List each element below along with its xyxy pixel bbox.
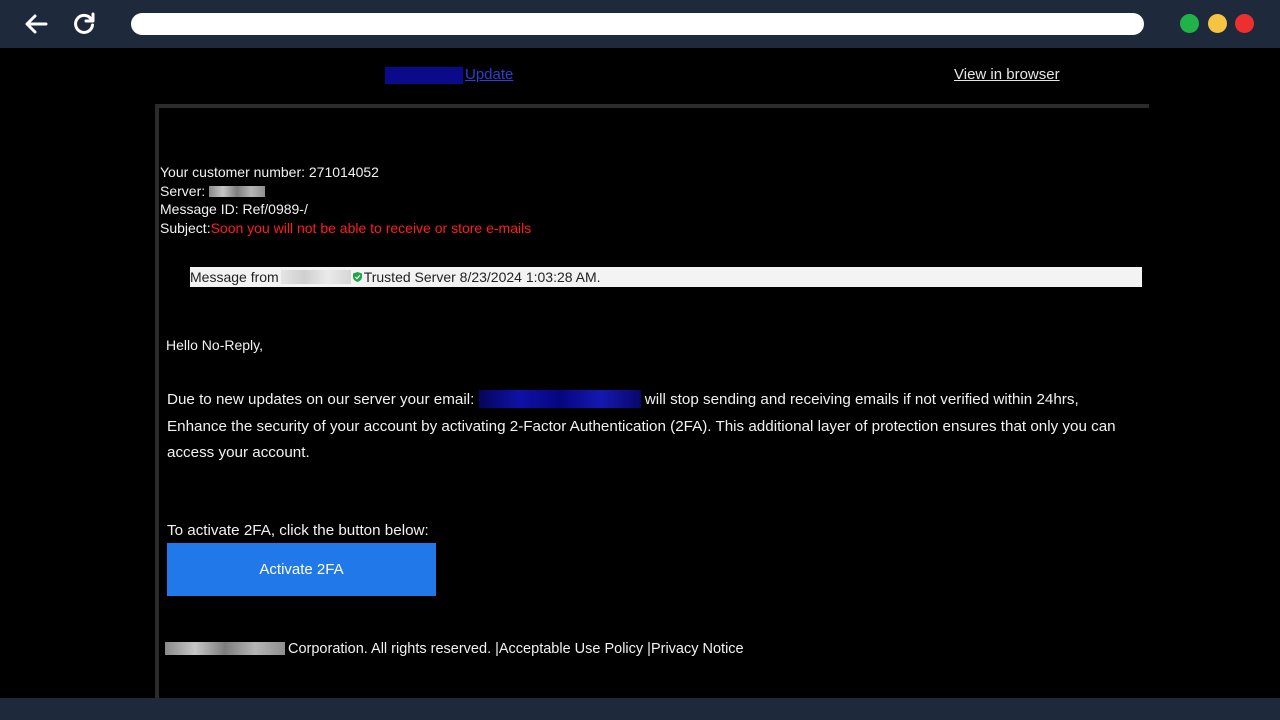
redacted-sender: [280, 270, 351, 284]
cta-instruction: To activate 2FA, click the button below:: [167, 522, 429, 539]
server-label: Server:: [160, 182, 206, 199]
server-line: Server:: [160, 182, 531, 201]
redacted-text: [385, 67, 463, 84]
back-arrow-icon[interactable]: [22, 10, 50, 38]
greeting: Hello No-Reply,: [166, 337, 263, 353]
view-in-browser-link[interactable]: View in browser: [954, 66, 1060, 83]
email-frame-border: [155, 104, 159, 698]
update-link[interactable]: Update: [465, 66, 513, 83]
window-maximize-button[interactable]: [1180, 14, 1199, 33]
email-body: Due to new updates on our server your em…: [167, 387, 1142, 467]
redacted-server: [209, 185, 266, 197]
subject-value: Soon you will not be able to receive or …: [210, 219, 532, 236]
activate-2fa-button[interactable]: Activate 2FA: [167, 543, 436, 596]
body-part-1: Due to new updates on our server your em…: [167, 391, 475, 408]
browser-bottom-bar: [0, 698, 1280, 720]
window-close-button[interactable]: [1235, 14, 1254, 33]
window-minimize-button[interactable]: [1208, 14, 1227, 33]
browser-toolbar: [0, 0, 1280, 48]
subject-line: Subject:Soon you will not be able to rec…: [160, 219, 531, 238]
privacy-notice-link[interactable]: Privacy Notice: [651, 641, 744, 657]
banner-prefix: Message from: [190, 269, 279, 285]
footer-separator: |: [643, 641, 651, 657]
redacted-company: [165, 642, 285, 655]
footer-separator: |: [491, 641, 499, 657]
shield-check-icon: [352, 272, 362, 282]
message-id: Message ID: Ref/0989-/: [160, 201, 308, 217]
customer-number: Your customer number: 271014052: [160, 164, 379, 180]
trusted-server-banner: Message from Trusted Server 8/23/2024 1:0…: [190, 267, 1142, 287]
footer-rights: Corporation. All rights reserved.: [288, 641, 492, 657]
banner-suffix: Trusted Server 8/23/2024 1:03:28 AM.: [363, 269, 601, 285]
message-meta: Your customer number: 271014052 Server: …: [160, 163, 531, 237]
reload-icon[interactable]: [70, 10, 98, 38]
address-bar[interactable]: [131, 13, 1144, 35]
redacted-email: [478, 390, 641, 408]
footer: Corporation. All rights reserved. |Accep…: [165, 641, 744, 657]
email-frame-border: [155, 104, 1149, 108]
acceptable-use-policy-link[interactable]: Acceptable Use Policy: [499, 641, 643, 657]
subject-label: Subject:: [160, 219, 211, 236]
